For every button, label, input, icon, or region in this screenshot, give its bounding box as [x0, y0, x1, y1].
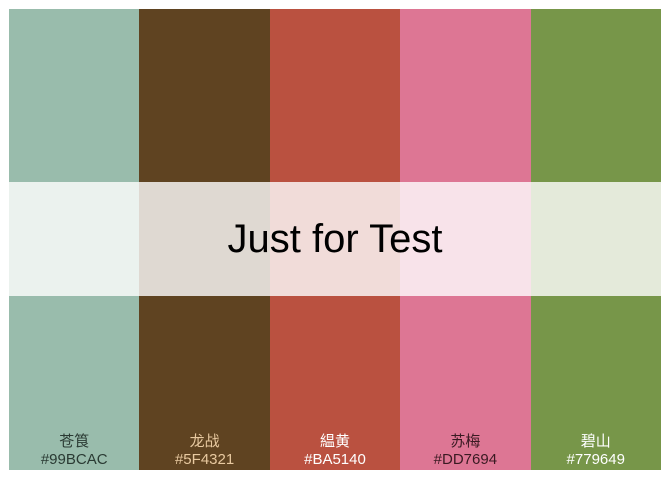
swatch-hex: #5F4321 — [174, 451, 235, 468]
swatch-hex: #779649 — [566, 451, 625, 468]
swatch-name: 苍筤 — [59, 432, 90, 450]
caption-text: Just for Test — [227, 216, 443, 261]
swatch-hex: #BA5140 — [304, 451, 366, 468]
swatch-hex: #99BCAC — [40, 451, 108, 468]
swatch-hex: #DD7694 — [433, 451, 498, 468]
swatch-name: 緼黄 — [319, 432, 350, 450]
swatch-name: 苏梅 — [450, 432, 481, 450]
swatch-name: 碧山 — [580, 432, 611, 450]
swatch-name: 龙战 — [189, 432, 220, 450]
